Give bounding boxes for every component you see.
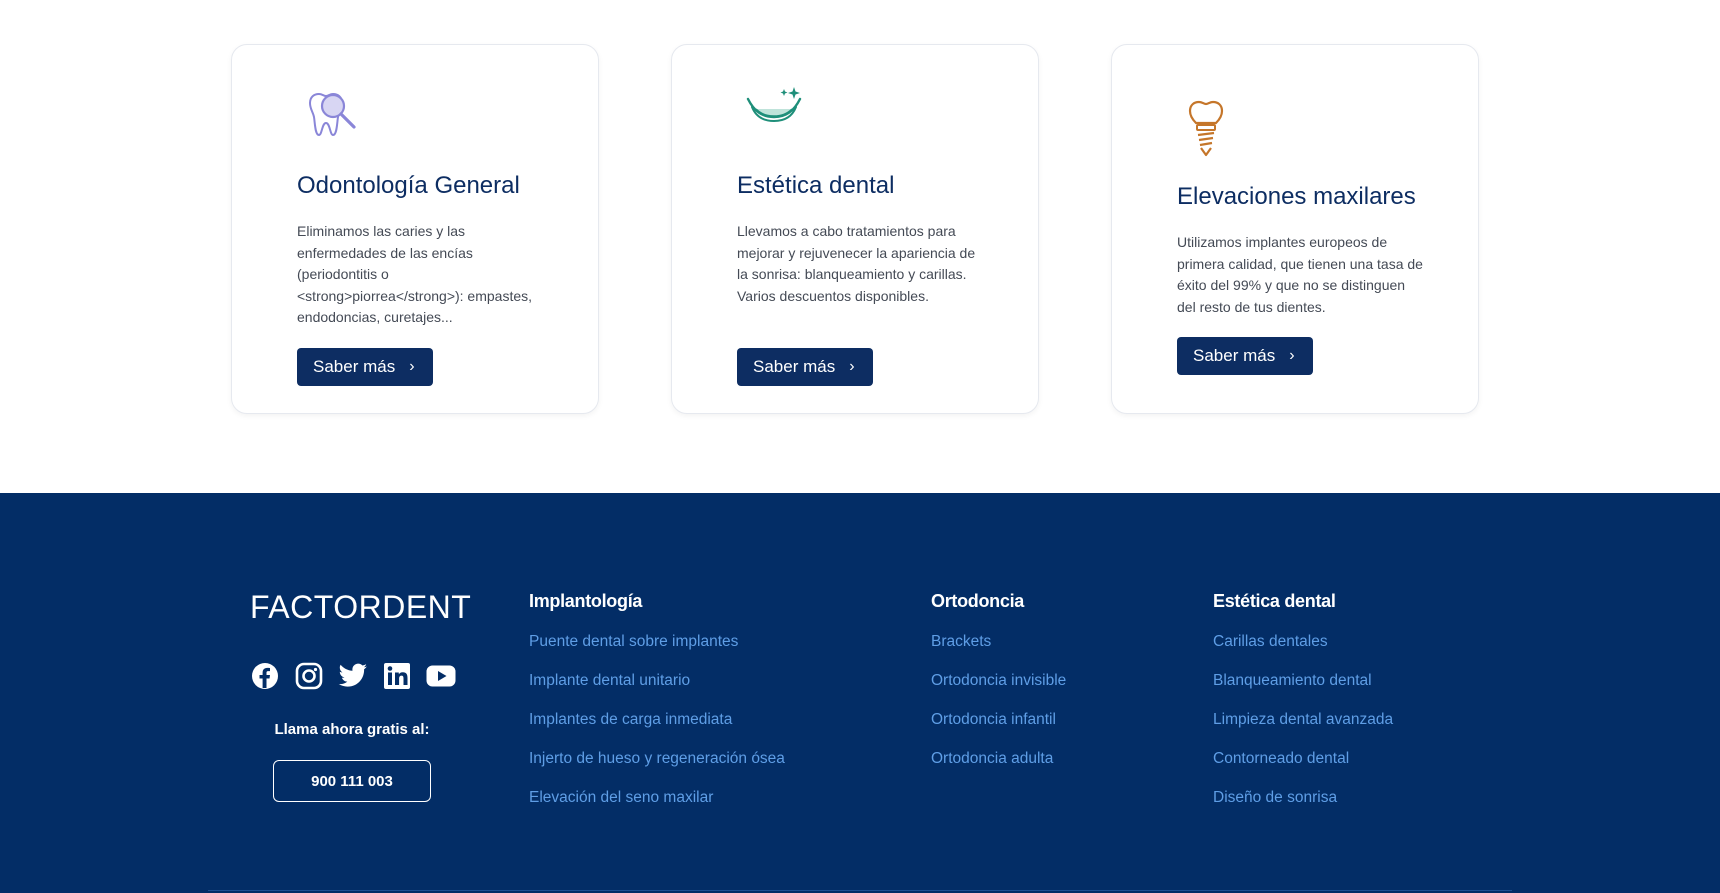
saber-mas-button[interactable]: Saber más › — [1177, 337, 1313, 375]
chevron-right-icon: › — [409, 358, 415, 375]
footer-column-implantologia: Implantología Puente dental sobre implan… — [529, 591, 785, 823]
social-links — [250, 661, 456, 691]
column-title: Implantología — [529, 591, 643, 611]
instagram-icon[interactable] — [294, 661, 324, 691]
footer-link[interactable]: Ortodoncia invisible — [931, 667, 1066, 706]
tooth-magnifier-icon — [302, 85, 366, 149]
footer-divider — [208, 890, 1512, 891]
facebook-icon[interactable] — [250, 661, 280, 691]
card-description: Eliminamos las caries y las enfermedades… — [297, 223, 533, 325]
linkedin-icon[interactable] — [382, 661, 412, 691]
chevron-right-icon: › — [1289, 347, 1295, 364]
footer-link[interactable]: Blanqueamiento dental — [1213, 667, 1393, 706]
footer-link[interactable]: Ortodoncia infantil — [931, 706, 1066, 745]
card-title: Elevaciones maxilares — [1177, 183, 1416, 210]
footer-link[interactable]: Ortodoncia adulta — [931, 745, 1066, 784]
button-label: Saber más — [1193, 346, 1276, 365]
footer-link[interactable]: Injerto de hueso y regeneración ósea — [529, 745, 785, 784]
saber-mas-button[interactable]: Saber más › — [297, 348, 433, 386]
footer-logo[interactable]: FACTORDENT — [250, 589, 471, 626]
chevron-right-icon: › — [849, 358, 855, 375]
saber-mas-button[interactable]: Saber más › — [737, 348, 873, 386]
site-footer: FACTORDENT Llama ahora gratis al: 900 11… — [0, 493, 1720, 893]
footer-link[interactable]: Elevación del seno maxilar — [529, 784, 785, 823]
card-description: Llevamos a cabo tratamientos para mejora… — [737, 223, 976, 304]
footer-link[interactable]: Limpieza dental avanzada — [1213, 706, 1393, 745]
column-title: Ortodoncia — [931, 591, 1025, 611]
footer-link[interactable]: Contorneado dental — [1213, 745, 1393, 784]
footer-link[interactable]: Brackets — [931, 628, 1066, 667]
button-label: Saber más — [753, 357, 836, 376]
card-title: Estética dental — [737, 172, 895, 199]
service-card-elevaciones: Elevaciones maxilares Utilizamos implant… — [1111, 44, 1479, 414]
call-label: Llama ahora gratis al: — [274, 721, 430, 738]
smile-sparkle-icon — [742, 85, 806, 149]
footer-link[interactable]: Diseño de sonrisa — [1213, 784, 1393, 823]
phone-button[interactable]: 900 111 003 — [273, 760, 431, 802]
footer-link[interactable]: Implantes de carga inmediata — [529, 706, 785, 745]
footer-column-estetica: Estética dental Carillas dentales Blanqu… — [1213, 591, 1393, 823]
dental-implant-icon — [1182, 99, 1246, 163]
twitter-icon[interactable] — [338, 661, 368, 691]
footer-link[interactable]: Puente dental sobre implantes — [529, 628, 785, 667]
service-card-general: Odontología General Eliminamos las carie… — [231, 44, 599, 414]
card-title: Odontología General — [297, 172, 520, 199]
footer-column-ortodoncia: Ortodoncia Brackets Ortodoncia invisible… — [931, 591, 1066, 784]
services-section: Odontología General Eliminamos las carie… — [0, 0, 1720, 493]
card-description: Utilizamos implantes europeos de primera… — [1177, 234, 1423, 315]
footer-link[interactable]: Carillas dentales — [1213, 628, 1393, 667]
footer-link[interactable]: Implante dental unitario — [529, 667, 785, 706]
button-label: Saber más — [313, 357, 396, 376]
column-title: Estética dental — [1213, 591, 1336, 611]
service-card-estetica: Estética dental Llevamos a cabo tratamie… — [671, 44, 1039, 414]
youtube-icon[interactable] — [426, 661, 456, 691]
